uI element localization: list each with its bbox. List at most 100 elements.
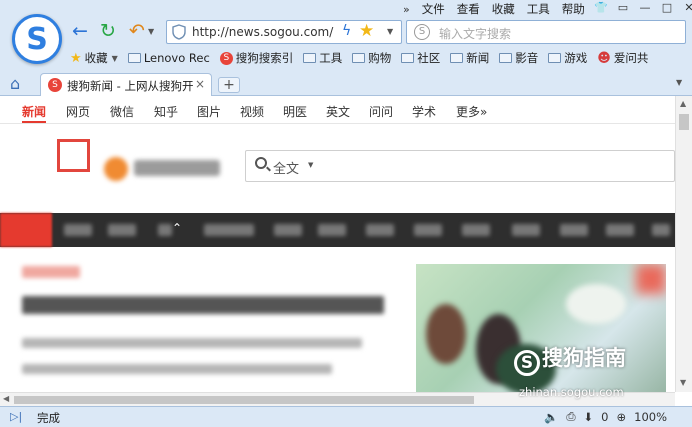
nav-images[interactable]: 图片: [197, 103, 221, 120]
article-tag: [22, 266, 80, 278]
channel-item[interactable]: [204, 224, 254, 236]
article-headline[interactable]: [22, 296, 384, 314]
sogou-browser-logo[interactable]: S: [12, 14, 62, 64]
nav-medical[interactable]: 明医: [283, 103, 307, 120]
maximize-icon[interactable]: □: [656, 0, 678, 16]
channel-item[interactable]: [64, 224, 92, 236]
scroll-left-icon[interactable]: ◀: [3, 394, 9, 403]
search-scope-select[interactable]: 全文: [273, 158, 299, 177]
address-url[interactable]: http://news.sogou.com/: [192, 25, 333, 39]
status-tools: 🔈 ⎙ ⬇ 0 ⊕ 100%: [544, 409, 675, 424]
nav-web[interactable]: 网页: [66, 103, 90, 120]
channel-item[interactable]: [606, 224, 634, 236]
bookmark-label: 社区: [417, 51, 441, 65]
sidebar-toggle-icon[interactable]: ▷|: [10, 410, 22, 423]
download-icon[interactable]: ⬇: [584, 410, 594, 424]
bookmark-news[interactable]: 新闻: [450, 50, 489, 66]
tab-close-icon[interactable]: ×: [195, 77, 205, 91]
download-count[interactable]: 0: [601, 410, 608, 424]
nav-wenwen[interactable]: 问问: [369, 103, 393, 120]
channel-item[interactable]: [274, 224, 302, 236]
nav-english[interactable]: 英文: [326, 103, 350, 120]
undo-dropdown-icon[interactable]: ▼: [148, 27, 154, 36]
zoom-icon[interactable]: ⊕: [617, 410, 627, 424]
nav-zhihu[interactable]: 知乎: [154, 103, 178, 120]
nav-wechat[interactable]: 微信: [110, 103, 134, 120]
star-icon: ★: [70, 50, 82, 66]
bookmark-label: 爱问共: [613, 51, 649, 65]
screenshot-tool-icon[interactable]: ⎙: [566, 409, 575, 424]
speaker-icon[interactable]: 🔈: [544, 410, 558, 424]
speed-mode-icon[interactable]: ϟ: [342, 23, 351, 39]
channel-item[interactable]: [462, 224, 490, 236]
scroll-thumb[interactable]: [14, 396, 474, 404]
article-summary-line: [22, 364, 332, 374]
home-icon[interactable]: ⌂: [10, 74, 20, 93]
scroll-down-icon[interactable]: ▼: [680, 378, 686, 387]
browser-search-box[interactable]: S 输入文字搜索: [406, 20, 686, 44]
skin-shirt-icon[interactable]: 👕: [590, 0, 612, 16]
favorite-star-icon[interactable]: ★: [359, 21, 374, 41]
back-arrow-icon[interactable]: ←: [69, 20, 91, 42]
scroll-up-icon[interactable]: ▲: [680, 99, 686, 108]
watermark-text: 搜狗指南: [542, 346, 626, 370]
address-bar[interactable]: http://news.sogou.com/ ϟ ★ ▼: [166, 20, 402, 44]
bookmark-label: 搜狗搜索引: [235, 51, 294, 65]
nav-scholar[interactable]: 学术: [412, 103, 436, 120]
vertical-scrollbar[interactable]: ▲ ▼: [675, 96, 692, 392]
bookmark-media[interactable]: 影音: [499, 50, 538, 66]
channel-item[interactable]: [512, 224, 540, 236]
channel-item[interactable]: [652, 224, 670, 236]
search-engine-icon[interactable]: S: [414, 24, 430, 40]
channel-item[interactable]: [414, 224, 442, 236]
news-search-input[interactable]: 全文 ▼: [245, 150, 675, 182]
security-shield-icon: [172, 24, 186, 40]
menu-file[interactable]: 文件: [422, 1, 445, 17]
browser-chrome: S ← ↻ ↶ ▼ http://news.sogou.com/ ϟ ★ ▼ S…: [0, 0, 692, 97]
bookmark-iask[interactable]: ☻ 爱问共: [597, 50, 648, 66]
folder-icon: [401, 53, 415, 63]
article-summary-line: [22, 338, 362, 348]
mouse-cursor-icon: ⌃: [172, 221, 183, 235]
minimize-icon[interactable]: —: [634, 0, 656, 16]
sogou-guide-logo-icon: S: [514, 350, 540, 376]
folder-icon: [352, 53, 366, 63]
channel-item[interactable]: [158, 224, 172, 236]
tab-sogou-news[interactable]: S 搜狗新闻 - 上网从搜狗开始 ×: [40, 73, 212, 97]
zoom-level[interactable]: 100%: [634, 410, 667, 424]
menu-tools[interactable]: 工具: [527, 1, 550, 17]
close-window-icon[interactable]: ✕: [678, 0, 692, 16]
bookmark-sogou-search[interactable]: S 搜狗搜索引: [219, 50, 294, 66]
bookmark-label: Lenovo Rec: [143, 51, 210, 65]
menu-expand-icon[interactable]: »: [403, 3, 410, 16]
nav-video[interactable]: 视频: [240, 103, 264, 120]
channel-item[interactable]: [318, 224, 346, 236]
menu-help[interactable]: 帮助: [562, 1, 585, 17]
bookmark-games[interactable]: 游戏: [548, 50, 587, 66]
refresh-icon[interactable]: ↻: [97, 20, 119, 42]
menu-view[interactable]: 查看: [457, 1, 480, 17]
scroll-thumb[interactable]: [679, 114, 689, 130]
bookmark-shopping[interactable]: 购物: [352, 50, 391, 66]
sogou-favicon-icon: S: [48, 78, 62, 92]
channel-item[interactable]: [366, 224, 394, 236]
nav-news[interactable]: 新闻: [22, 103, 46, 120]
sogou-news-logo[interactable]: [104, 154, 220, 184]
address-dropdown-icon[interactable]: ▼: [387, 27, 393, 36]
channel-item[interactable]: [108, 224, 136, 236]
undo-icon[interactable]: ↶: [126, 20, 148, 42]
bookmark-tools[interactable]: 工具: [303, 50, 342, 66]
new-tab-button[interactable]: +: [218, 77, 240, 93]
menu-favorites[interactable]: 收藏: [492, 1, 515, 17]
restore-icon[interactable]: ▭: [612, 0, 634, 16]
bookmark-lenovo[interactable]: Lenovo Rec: [127, 51, 210, 65]
channel-item-active[interactable]: [0, 213, 52, 247]
nav-more[interactable]: 更多»: [456, 103, 487, 120]
tab-list-dropdown-icon[interactable]: ▼: [676, 78, 682, 87]
bookmark-favorites[interactable]: ★ 收藏 ▼: [70, 50, 118, 66]
highlight-box: [57, 139, 90, 172]
channel-item[interactable]: [560, 224, 588, 236]
search-placeholder[interactable]: 输入文字搜索: [439, 25, 511, 42]
bookmark-label: 影音: [515, 51, 539, 65]
bookmark-community[interactable]: 社区: [401, 50, 440, 66]
